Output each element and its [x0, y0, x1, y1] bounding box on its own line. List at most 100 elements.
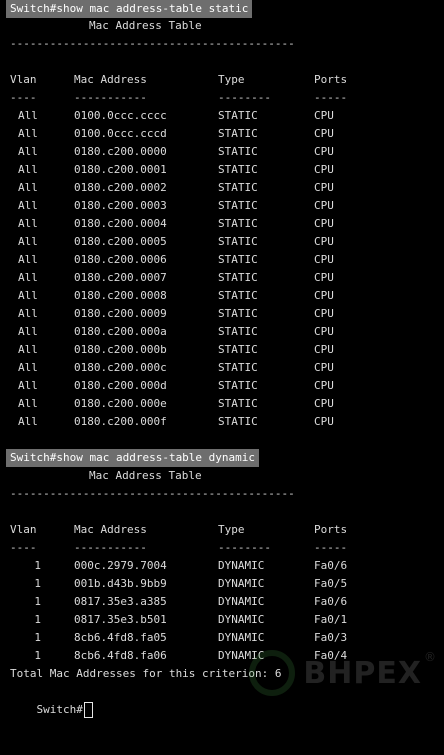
row-type: STATIC [218, 415, 258, 428]
row-mac: 0180.c200.0002 [74, 181, 167, 194]
row-vlan: All [18, 343, 38, 356]
row-type: DYNAMIC [218, 559, 265, 572]
row-ports: CPU [314, 289, 334, 302]
underline-vlan: ---- [10, 541, 37, 554]
watermark-text: BHPEX [303, 655, 422, 691]
row-vlan: All [18, 199, 38, 212]
row-ports: Fa0/1 [314, 613, 348, 626]
row-mac: 8cb6.4fd8.fa05 [74, 631, 167, 644]
row-ports: CPU [314, 415, 334, 428]
table-row: All 0180.c200.000c STATIC CPU [10, 359, 334, 377]
underline-mac-address: ----------- [74, 91, 147, 104]
table-row: All 0180.c200.0004 STATIC CPU [10, 215, 334, 233]
row-ports: CPU [314, 235, 334, 248]
row-ports: Fa0/6 [314, 595, 348, 608]
row-type: STATIC [218, 325, 258, 338]
row-mac: 0180.c200.0008 [74, 289, 167, 302]
row-vlan: All [18, 163, 38, 176]
header-underline-static: ---- ----------- -------- ----- [10, 89, 347, 107]
row-type: DYNAMIC [218, 613, 265, 626]
row-ports: CPU [314, 361, 334, 374]
row-ports: CPU [314, 199, 334, 212]
row-ports: CPU [314, 343, 334, 356]
row-vlan: All [18, 253, 38, 266]
row-vlan: All [18, 379, 38, 392]
command-line-static: Switch#show mac address-table static [6, 0, 253, 18]
row-mac: 0180.c200.0000 [74, 145, 167, 158]
row-mac: 0180.c200.000b [74, 343, 167, 356]
row-vlan: 1 [34, 649, 41, 662]
row-vlan: All [18, 127, 38, 140]
table-row: All 0180.c200.0001 STATIC CPU [10, 161, 334, 179]
row-vlan: All [18, 271, 38, 284]
row-mac: 0180.c200.0003 [74, 199, 167, 212]
row-type: STATIC [218, 181, 258, 194]
registered-mark: ® [424, 650, 436, 664]
row-vlan: All [18, 325, 38, 338]
row-mac: 0180.c200.000f [74, 415, 167, 428]
table-row: 1 001b.d43b.9bb9 DYNAMIC Fa0/5 [10, 575, 347, 593]
underline-vlan: ---- [10, 91, 37, 104]
row-vlan: 1 [34, 559, 41, 572]
table-row: 1 0817.35e3.b501 DYNAMIC Fa0/1 [10, 611, 347, 629]
row-type: STATIC [218, 253, 258, 266]
table-row: All 0180.c200.000b STATIC CPU [10, 341, 334, 359]
header-vlan: Vlan [10, 523, 37, 536]
separator-dynamic: ----------------------------------------… [10, 487, 295, 500]
table-row: All 0180.c200.000d STATIC CPU [10, 377, 334, 395]
row-mac: 0180.c200.000e [74, 397, 167, 410]
row-type: STATIC [218, 163, 258, 176]
row-vlan: All [18, 415, 38, 428]
row-vlan: All [18, 397, 38, 410]
underline-type: -------- [218, 541, 271, 554]
underline-ports: ----- [314, 91, 348, 104]
row-ports: CPU [314, 307, 334, 320]
row-ports: CPU [314, 379, 334, 392]
row-ports: Fa0/5 [314, 577, 348, 590]
header-row-static: Vlan Mac Address Type Ports [10, 71, 347, 89]
row-mac: 001b.d43b.9bb9 [74, 577, 167, 590]
row-vlan: 1 [34, 595, 41, 608]
row-mac: 0817.35e3.b501 [74, 613, 167, 626]
table-row: 1 8cb6.4fd8.fa06 DYNAMIC Fa0/4 [10, 647, 347, 665]
row-vlan: All [18, 109, 38, 122]
table-row: All 0100.0ccc.cccc STATIC CPU [10, 107, 334, 125]
table-row: All 0180.c200.0007 STATIC CPU [10, 269, 334, 287]
row-ports: CPU [314, 325, 334, 338]
row-type: DYNAMIC [218, 631, 265, 644]
row-type: DYNAMIC [218, 577, 265, 590]
command-line-dynamic: Switch#show mac address-table dynamic [6, 449, 260, 467]
header-mac-address: Mac Address [74, 523, 147, 536]
row-vlan: All [18, 307, 38, 320]
underline-mac-address: ----------- [74, 541, 147, 554]
row-mac: 0180.c200.0006 [74, 253, 167, 266]
row-mac: 8cb6.4fd8.fa06 [74, 649, 167, 662]
prompt-line[interactable]: Switch# [10, 683, 93, 718]
row-mac: 0100.0ccc.cccc [74, 109, 167, 122]
row-type: STATIC [218, 235, 258, 248]
row-mac: 0180.c200.000d [74, 379, 167, 392]
row-mac: 0817.35e3.a385 [74, 595, 167, 608]
underline-type: -------- [218, 91, 271, 104]
table-row: All 0180.c200.0005 STATIC CPU [10, 233, 334, 251]
row-mac: 0180.c200.0001 [74, 163, 167, 176]
row-ports: CPU [314, 181, 334, 194]
terminal-window[interactable]: Switch#show mac address-table static Mac… [0, 0, 444, 718]
table-title-dynamic: Mac Address Table [89, 469, 202, 482]
table-row: All 0180.c200.000e STATIC CPU [10, 395, 334, 413]
table-row: All 0180.c200.000f STATIC CPU [10, 413, 334, 431]
row-mac: 000c.2979.7004 [74, 559, 167, 572]
row-type: STATIC [218, 289, 258, 302]
table-row: All 0180.c200.0006 STATIC CPU [10, 251, 334, 269]
table-row: All 0180.c200.0003 STATIC CPU [10, 197, 334, 215]
row-vlan: 1 [34, 613, 41, 626]
row-type: STATIC [218, 271, 258, 284]
row-vlan: All [18, 217, 38, 230]
row-type: STATIC [218, 397, 258, 410]
row-vlan: All [18, 235, 38, 248]
row-ports: CPU [314, 145, 334, 158]
header-ports: Ports [314, 73, 348, 86]
table-row: 1 8cb6.4fd8.fa05 DYNAMIC Fa0/3 [10, 629, 347, 647]
table-row: All 0180.c200.0009 STATIC CPU [10, 305, 334, 323]
underline-ports: ----- [314, 541, 348, 554]
